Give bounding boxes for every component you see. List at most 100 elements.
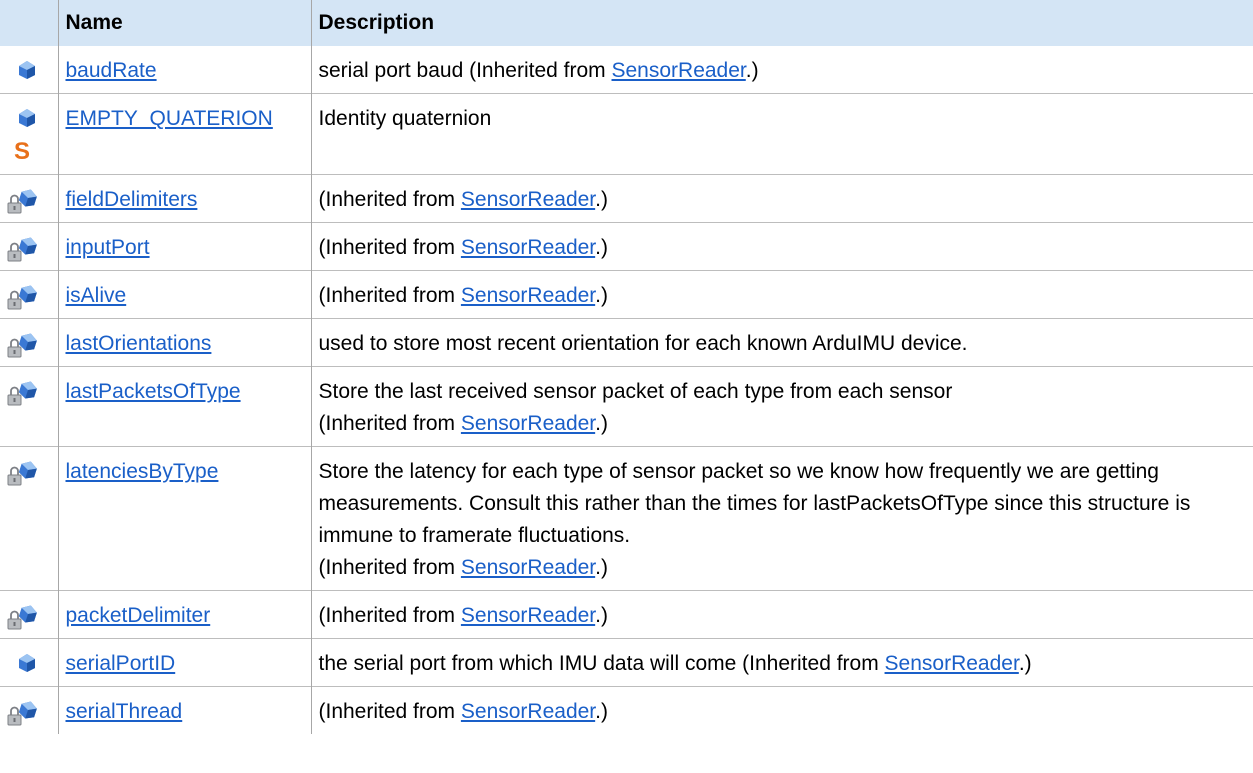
- member-name-cell: isAlive: [58, 270, 312, 319]
- member-name-link[interactable]: fieldDelimiters: [66, 188, 198, 211]
- inherited-prefix: (Inherited from: [318, 188, 461, 211]
- member-name-cell: EMPTY_QUATERION: [58, 93, 312, 175]
- member-name-link[interactable]: EMPTY_QUATERION: [66, 107, 273, 130]
- member-name-cell: lastOrientations: [58, 318, 312, 367]
- member-description-cell: (Inherited from SensorReader.): [311, 591, 1253, 639]
- inherited-from-link[interactable]: SensorReader: [461, 188, 595, 211]
- inherited-prefix: (Inherited from: [742, 652, 885, 675]
- protected-field-icon: [6, 699, 40, 735]
- member-description: the serial port from which IMU data will…: [318, 652, 737, 675]
- member-description: Store the last received sensor packet of…: [318, 380, 953, 403]
- inherited-from-link[interactable]: SensorReader: [461, 556, 595, 579]
- member-name-link[interactable]: serialThread: [66, 700, 183, 723]
- member-icon-cell: [0, 366, 59, 447]
- public-field-icon: [18, 60, 36, 86]
- protected-field-icon: [6, 603, 40, 639]
- inherited-from-link[interactable]: SensorReader: [885, 652, 1019, 675]
- protected-field-icon: [6, 331, 40, 367]
- members-table: Name Description baudRate serial port bau…: [0, 0, 1253, 734]
- member-name-cell: baudRate: [58, 46, 312, 94]
- member-description-cell: Store the last received sensor packet of…: [311, 367, 1253, 447]
- member-name-link[interactable]: lastPacketsOfType: [66, 380, 241, 403]
- public-field-icon: [18, 653, 36, 679]
- svg-text:S: S: [14, 140, 30, 162]
- table-row: lastPacketsOfType Store the last received…: [0, 366, 1253, 447]
- member-name-cell: packetDelimiter: [58, 590, 312, 639]
- member-description-cell: (Inherited from SensorReader.): [311, 175, 1253, 223]
- header-description: Description: [311, 0, 1253, 46]
- table-row: serialPortID the serial port from which I…: [0, 638, 1253, 687]
- member-icon-cell: [0, 222, 59, 271]
- table-row: S EMPTY_QUATERION Identity quaternion: [0, 93, 1253, 175]
- member-name-cell: fieldDelimiters: [58, 174, 312, 223]
- inherited-suffix: .): [595, 284, 608, 307]
- inherited-prefix: (Inherited from: [318, 236, 461, 259]
- member-description-cell: used to store most recent orientation fo…: [311, 319, 1253, 367]
- member-description-cell: (Inherited from SensorReader.): [311, 271, 1253, 319]
- protected-field-icon: [6, 379, 40, 415]
- inherited-from-link[interactable]: SensorReader: [461, 236, 595, 259]
- table-row: inputPort (Inherited from SensorReader.): [0, 222, 1253, 271]
- header-row: Name Description: [0, 0, 1253, 46]
- table-row: fieldDelimiters (Inherited from SensorRe…: [0, 174, 1253, 223]
- inherited-suffix: .): [595, 236, 608, 259]
- table-row: packetDelimiter (Inherited from SensorRe…: [0, 590, 1253, 639]
- member-icon-cell: [0, 686, 59, 735]
- member-description-cell: Identity quaternion: [311, 94, 1253, 175]
- inherited-suffix: .): [595, 188, 608, 211]
- header-name: Name: [58, 0, 312, 46]
- member-name-cell: serialPortID: [58, 638, 312, 687]
- member-description: serial port baud: [318, 59, 464, 82]
- member-icon-cell: [0, 270, 59, 319]
- inherited-suffix: .): [595, 412, 608, 435]
- protected-field-icon: [6, 235, 40, 271]
- table-row: lastOrientations used to store most recen…: [0, 318, 1253, 367]
- member-name-link[interactable]: lastOrientations: [66, 332, 212, 355]
- member-name-cell: lastPacketsOfType: [58, 366, 312, 447]
- static-member-icon: S: [14, 138, 36, 168]
- member-name-link[interactable]: latenciesByType: [66, 460, 219, 483]
- member-icon-cell: [0, 318, 59, 367]
- inherited-suffix: .): [595, 700, 608, 723]
- member-name-cell: latenciesByType: [58, 446, 312, 591]
- inherited-from-link[interactable]: SensorReader: [461, 284, 595, 307]
- public-field-icon: [18, 108, 36, 134]
- member-icon-cell: [0, 174, 59, 223]
- member-icon-cell: [0, 446, 59, 591]
- member-description-cell: the serial port from which IMU data will…: [311, 639, 1253, 687]
- inherited-suffix: .): [595, 604, 608, 627]
- member-icon-cell: S: [0, 93, 59, 175]
- table-row: baudRate serial port baud (Inherited from…: [0, 46, 1253, 94]
- inherited-prefix: (Inherited from: [318, 556, 461, 579]
- member-icon-cell: [0, 590, 59, 639]
- member-name-link[interactable]: inputPort: [66, 236, 150, 259]
- member-description-cell: (Inherited from SensorReader.): [311, 223, 1253, 271]
- protected-field-icon: [6, 283, 40, 319]
- member-name-link[interactable]: baudRate: [66, 59, 157, 82]
- member-description-cell: serial port baud (Inherited from SensorR…: [311, 46, 1253, 94]
- inherited-prefix: (Inherited from: [318, 700, 461, 723]
- member-icon-cell: [0, 638, 59, 687]
- member-description: Store the latency for each type of senso…: [318, 460, 1191, 547]
- member-description-cell: (Inherited from SensorReader.): [311, 687, 1253, 735]
- member-name-cell: inputPort: [58, 222, 312, 271]
- inherited-from-link[interactable]: SensorReader: [461, 412, 595, 435]
- inherited-suffix: .): [745, 59, 759, 82]
- member-description-cell: Store the latency for each type of senso…: [311, 447, 1253, 591]
- inherited-prefix: (Inherited from: [469, 59, 612, 82]
- member-name-link[interactable]: isAlive: [66, 284, 127, 307]
- inherited-from-link[interactable]: SensorReader: [461, 604, 595, 627]
- header-icon-cell: [0, 0, 59, 46]
- member-description: used to store most recent orientation fo…: [318, 332, 968, 355]
- table-row: serialThread (Inherited from SensorReade…: [0, 686, 1253, 735]
- inherited-prefix: (Inherited from: [318, 604, 461, 627]
- member-description: Identity quaternion: [318, 107, 492, 130]
- member-name-link[interactable]: serialPortID: [66, 652, 176, 675]
- table-row: isAlive (Inherited from SensorReader.): [0, 270, 1253, 319]
- inherited-from-link[interactable]: SensorReader: [461, 700, 595, 723]
- member-name-cell: serialThread: [58, 686, 312, 734]
- inherited-from-link[interactable]: SensorReader: [612, 59, 746, 82]
- table-row: latenciesByType Store the latency for eac…: [0, 446, 1253, 591]
- member-name-link[interactable]: packetDelimiter: [66, 604, 211, 627]
- inherited-suffix: .): [595, 556, 608, 579]
